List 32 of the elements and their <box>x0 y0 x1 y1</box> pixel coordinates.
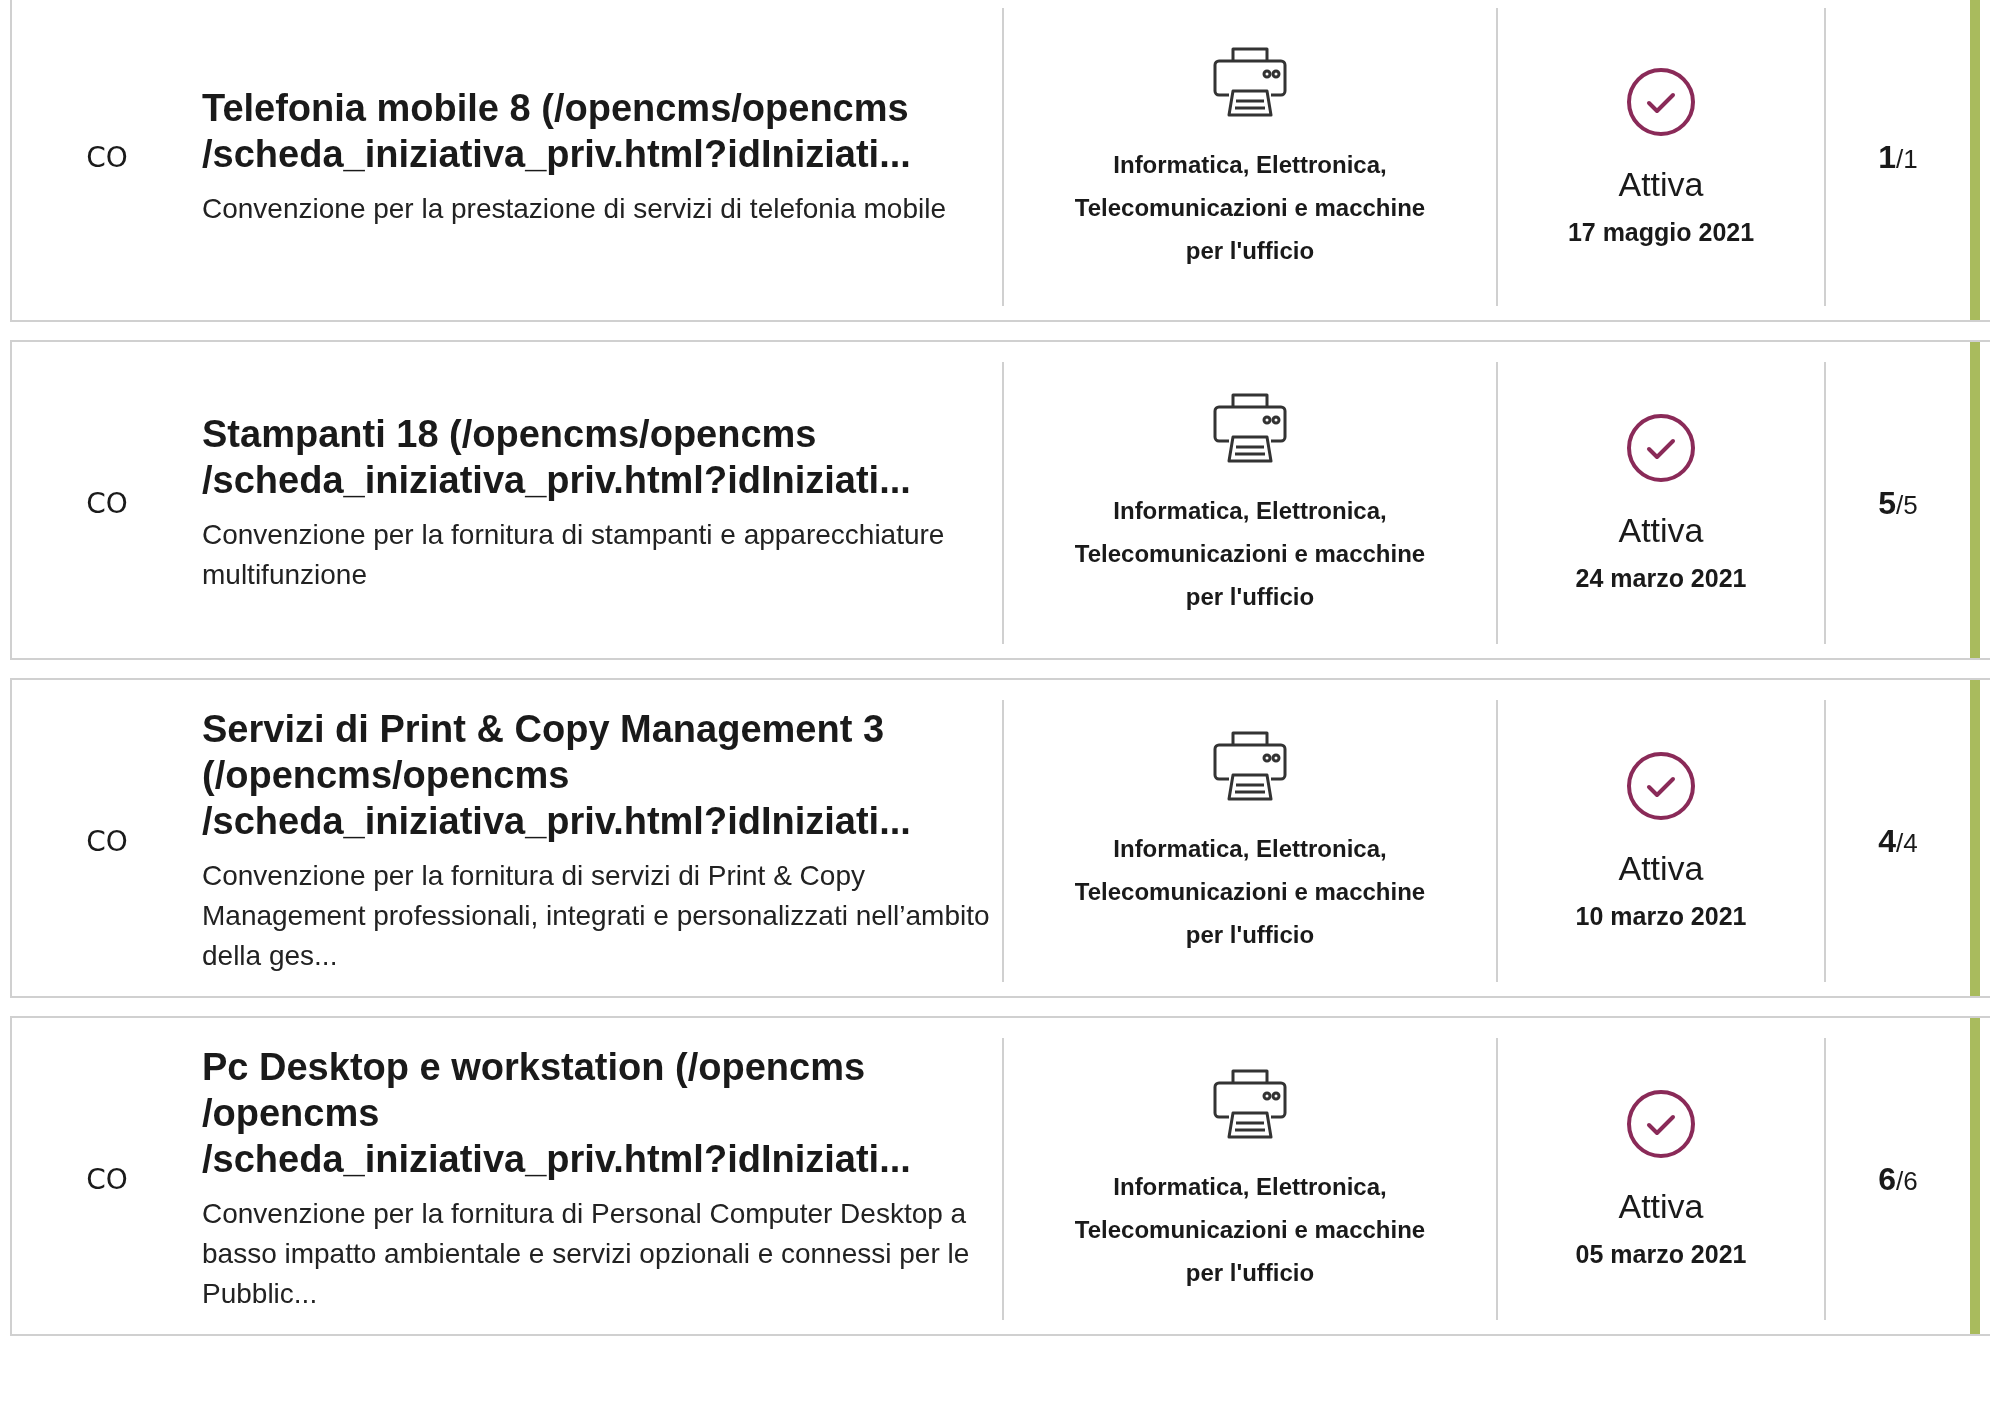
category-label: Informatica, Elettronica, Telecomunicazioni e macchine per l'ufficio <box>1073 149 1427 266</box>
initiative-title-link[interactable]: Pc Desktop e workstation (/opencms /opencms /scheda_iniziativa_priv.html?idIniziati... <box>202 1044 992 1182</box>
initiative-description: Convenzione per la fornitura di Personal Computer Desktop a basso impatto ambientale e servizi opzionali e connessi per le Pubblic... <box>202 1197 971 1311</box>
category-label: Informatica, Elettronica, Telecomunicazioni e macchine per l'ufficio <box>1073 833 1427 950</box>
initiative-title-link[interactable]: Servizi di Print & Copy Management 3 (/opencms/opencms /scheda_iniziativa_priv.html?idIniziati... <box>202 706 992 844</box>
type-code: CO <box>86 486 128 520</box>
lot-count: 5/5 <box>1878 484 1918 522</box>
status-date: 10 marzo 2021 <box>1575 902 1747 931</box>
status-label: Attiva <box>1618 511 1704 550</box>
lot-count: 1/1 <box>1878 138 1918 176</box>
lot-count: 6/6 <box>1878 1160 1918 1198</box>
type-code: CO <box>86 140 128 174</box>
initiative-description: Convenzione per la fornitura di stampanti e apparecchiature multifunzione <box>202 518 946 592</box>
status-date: 17 maggio 2021 <box>1567 218 1755 247</box>
check-circle-icon <box>1626 413 1696 483</box>
initiative-title-link[interactable]: Stampanti 18 (/opencms/opencms /scheda_iniziativa_priv.html?idIniziati... <box>202 411 992 503</box>
initiative-title-link[interactable]: Telefonia mobile 8 (/opencms/opencms /scheda_iniziativa_priv.html?idIniziati... <box>202 85 992 177</box>
category-label: Informatica, Elettronica, Telecomunicazioni e macchine per l'ufficio <box>1073 495 1427 612</box>
status-label: Attiva <box>1618 165 1704 204</box>
type-code: CO <box>86 1162 128 1196</box>
check-circle-icon <box>1626 1089 1696 1159</box>
initiative-description: Convenzione per la prestazione di servizi di telefonia mobile <box>202 192 947 226</box>
status-label: Attiva <box>1618 849 1704 888</box>
status-label: Attiva <box>1618 1187 1704 1226</box>
type-code: CO <box>86 824 128 858</box>
category-label: Informatica, Elettronica, Telecomunicazioni e macchine per l'ufficio <box>1073 1171 1427 1288</box>
check-circle-icon <box>1626 67 1696 137</box>
status-date: 24 marzo 2021 <box>1575 564 1747 593</box>
status-date: 05 marzo 2021 <box>1575 1240 1747 1269</box>
initiative-description: Convenzione per la fornitura di servizi di Print & Copy Management professionali, integrati e personalizzati nell’ambito della ges... <box>202 859 991 973</box>
check-circle-icon <box>1626 751 1696 821</box>
lot-count: 4/4 <box>1878 822 1918 860</box>
